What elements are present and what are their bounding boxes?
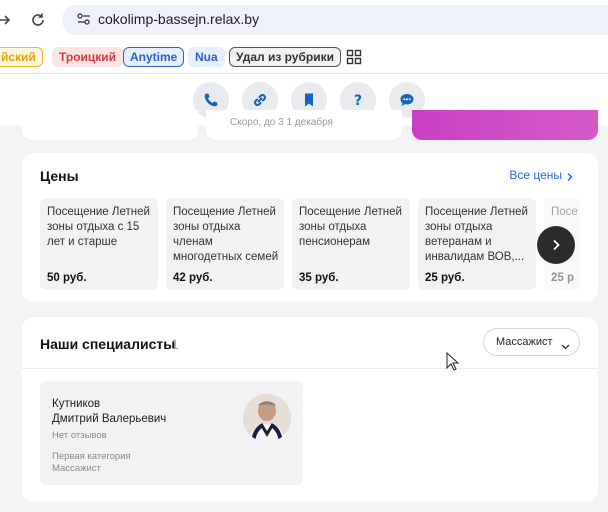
specialist-reviews: Нет отзывов [52,430,107,441]
price-tile[interactable]: Посещение Летней зоны отдыха ветеранам и… [418,198,536,290]
price-value: 42 руб. [173,272,213,284]
bookmark-chip[interactable]: Anytime [123,47,185,67]
price-value: 25 руб. [425,272,465,284]
price-name: Посещение Летней зоны отдыха с 15 лет и … [47,206,150,248]
previous-card [22,110,198,140]
bookmark-chip[interactable]: Nua [188,47,225,67]
price-name: Посещение Летней зоны отдыха членам мног… [173,206,279,263]
price-tile[interactable]: Посещение Летней зоны отдыха с 15 лет и … [40,198,158,290]
price-value: 35 руб. [299,272,339,284]
browser-address-bar: cokolimp-bassejn.relax.by [0,0,608,40]
bookmarks-bar: йский Троицкий Anytime Nua Удал из рубри… [0,40,608,74]
carousel-next-button[interactable] [537,226,575,264]
specialist-name: Кутников Дмитрий Валерьевич [52,397,166,427]
promo-banner[interactable] [412,110,598,140]
specialist-category: Первая категория [52,451,131,462]
bookmark-chip[interactable]: Удал из рубрики [229,47,341,67]
section-divider [22,368,598,369]
apps-grid-icon[interactable] [346,49,362,65]
reload-icon[interactable] [26,8,50,32]
prices-title: Цены [40,168,79,184]
mouse-cursor-icon [446,351,460,372]
bookmark-chip[interactable]: Троицкий [52,47,124,67]
site-settings-icon[interactable] [76,11,92,27]
price-name: Посещение Летней зоны отдыха ветеранам и… [425,206,528,263]
bookmark-chip[interactable]: йский [0,47,43,67]
previous-card-text: Скоро, до 3 1 декабря [230,117,333,128]
specialist-role: Массажист [52,463,101,474]
price-value: 25 р [551,272,575,284]
specialist-given-name: Дмитрий Валерьевич [52,413,167,425]
chevron-down-icon[interactable] [561,338,570,350]
price-tile[interactable]: Посещение Летней зоны отдыха членам мног… [166,198,284,290]
specialist-surname: Кутников [52,398,101,410]
price-value: 50 руб. [47,272,87,284]
all-prices-link[interactable]: Все цены [509,168,562,182]
svg-text:?: ? [354,93,362,109]
chevron-right-icon [553,239,560,251]
forward-icon[interactable] [0,8,16,32]
url-text[interactable]: cokolimp-bassejn.relax.by [98,11,259,27]
specialists-count: 1 [171,336,179,352]
specialist-card[interactable]: Кутников Дмитрий Валерьевич Нет отзывов … [40,381,303,485]
chevron-right-icon[interactable] [565,169,575,181]
price-name: Посе [551,206,578,218]
price-name: Посещение Летней зоны отдыха пенсионерам [299,206,402,248]
avatar[interactable] [243,394,291,442]
price-tile[interactable]: Посещение Летней зоны отдыха пенсионерам… [292,198,410,290]
specialists-title: Наши специалисты [40,336,176,352]
